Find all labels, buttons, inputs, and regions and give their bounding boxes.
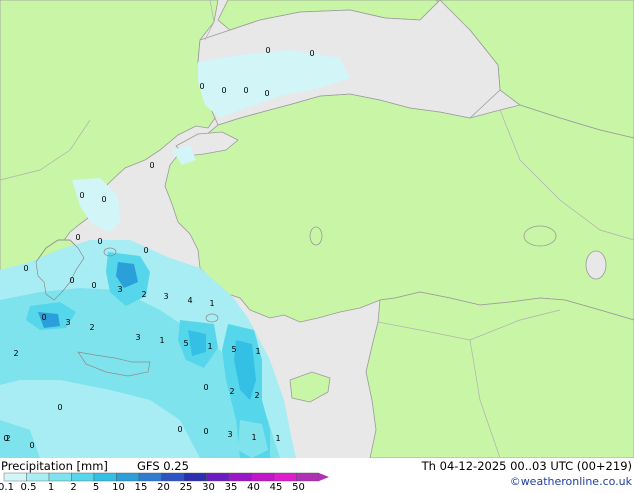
precip-value-label: 1 — [159, 336, 164, 345]
precip-value-label: 1 — [207, 342, 212, 351]
precip-value-label: 3 — [163, 292, 168, 301]
precip-value-label: 0 — [221, 86, 226, 95]
precip-value-label: 1 — [209, 299, 214, 308]
island-1 — [309, 226, 323, 246]
precip-value-label: 0 — [57, 403, 62, 412]
levant-land — [365, 291, 634, 458]
lake — [585, 250, 607, 280]
precipitation-map: 0 0 0 0 0 0 0 0 0 0 0 0 0 0 0 3 2 3 4 1 0 3 2 3 1 5 1 5 1 2 0 2 2 0 0 0 3 1 1 0… — [0, 0, 634, 458]
scale-level-label: 35 — [224, 482, 238, 493]
precip-value-label: 0 — [29, 441, 34, 450]
model-name: GFS 0.25 — [137, 459, 189, 473]
scale-swatch — [161, 472, 185, 482]
precip-value-label: 0 — [69, 276, 74, 285]
scale-swatch — [3, 472, 27, 482]
scale-level-label: 50 — [292, 482, 305, 493]
map-title: Precipitation [mm] — [1, 459, 108, 473]
scale-swatch — [71, 472, 95, 482]
precip-value-label: 1 — [251, 433, 256, 442]
color-scale-bar — [3, 472, 329, 482]
precip-value-label: 3 — [117, 285, 122, 294]
scale-swatch — [183, 472, 207, 482]
precip-value-label: 5 — [231, 345, 236, 354]
scale-level-label: 5 — [92, 482, 100, 493]
precip-value-label: 2 — [254, 391, 259, 400]
scale-level-label: 0.1 — [0, 482, 14, 493]
precip-value-label: 0 — [41, 313, 46, 322]
precip-value-label: 0 — [243, 86, 248, 95]
scale-swatch — [296, 472, 320, 482]
precip-value-label: 0 — [101, 195, 106, 204]
scale-swatch — [138, 472, 162, 482]
scale-level-label: 20 — [157, 482, 170, 493]
scale-swatch — [116, 472, 140, 482]
precip-value-label: 0 — [309, 49, 314, 58]
scale-level-label: 1 — [47, 482, 55, 493]
precip-value-label: 0 — [75, 233, 80, 242]
scale-arrow — [319, 473, 329, 481]
precip-value-label: 2 — [89, 323, 94, 332]
scale-level-label: 0.5 — [20, 482, 37, 493]
precip-value-label: 5 — [183, 339, 188, 348]
precip-value-label: 0 — [79, 191, 84, 200]
precip-value-label: 2 — [5, 434, 10, 443]
precip-value-label: 3 — [65, 318, 70, 327]
precip-value-label: 0 — [23, 264, 28, 273]
lake-region-land — [523, 225, 557, 247]
scale-swatch — [228, 472, 252, 482]
anatolia-land — [164, 93, 634, 323]
precip-value-label: 0 — [91, 281, 96, 290]
precip-value-label: 3 — [135, 333, 140, 342]
precip-value-label: 2 — [13, 349, 18, 358]
precip-value-label: 0 — [149, 161, 154, 170]
credit-link[interactable]: ©weatheronline.co.uk — [510, 475, 632, 488]
scale-swatch — [48, 472, 72, 482]
precip-value-label: 0 — [203, 427, 208, 436]
scale-level-label: 25 — [179, 482, 193, 493]
weather-map-page: 0000000000000003234103231515120220003110… — [0, 0, 634, 493]
scale-level-label: 10 — [112, 482, 125, 493]
scale-swatch — [251, 472, 275, 482]
precip-value-label: 1 — [275, 434, 280, 443]
precip-value-label: 3 — [227, 430, 232, 439]
valid-time: Th 04-12-2025 00..03 UTC (00+219) — [421, 459, 632, 473]
scale-level-label: 45 — [269, 482, 283, 493]
map-footer: Precipitation [mm] GFS 0.25 Th 04-12-202… — [0, 458, 634, 493]
scale-level-label: 40 — [247, 482, 260, 493]
precip-value-label: 0 — [199, 82, 204, 91]
precip-value-label: 0 — [177, 425, 182, 434]
precip-value-label: 2 — [229, 387, 234, 396]
precip-value-label: 4 — [187, 296, 192, 305]
precip-value-label: 0 — [265, 46, 270, 55]
precip-value-label: 0 — [97, 237, 102, 246]
scale-swatch — [206, 472, 230, 482]
scale-level-label: 2 — [70, 482, 77, 493]
scale-swatch — [93, 472, 117, 482]
precip-value-label: 0 — [143, 246, 148, 255]
scale-swatch — [273, 472, 297, 482]
precip-value-label: 2 — [141, 290, 146, 299]
precip-value-label: 1 — [255, 347, 260, 356]
scale-level-label: 15 — [134, 482, 148, 493]
scale-level-label: 30 — [202, 482, 215, 493]
scale-swatch — [26, 472, 50, 482]
precip-value-label: 0 — [203, 383, 208, 392]
precip-value-label: 0 — [264, 89, 269, 98]
